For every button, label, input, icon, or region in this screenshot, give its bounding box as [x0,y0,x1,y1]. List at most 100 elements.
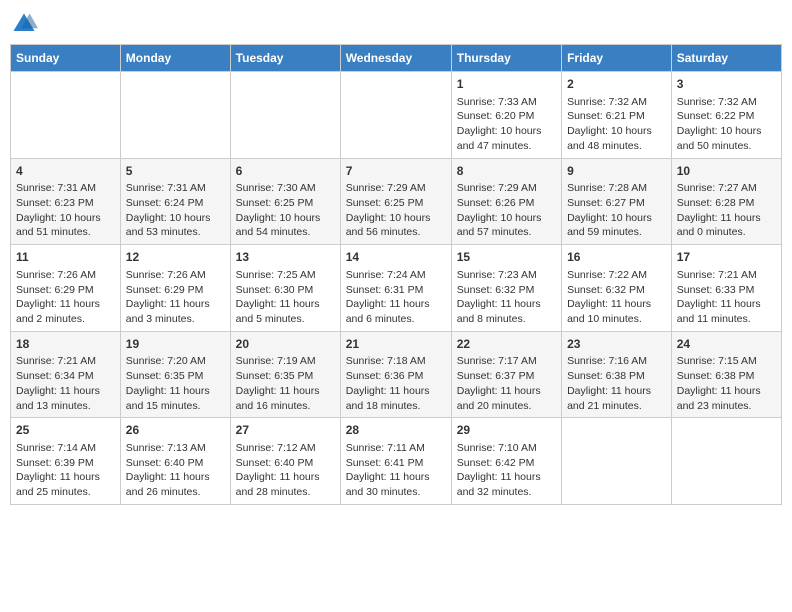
calendar-cell: 2Sunrise: 7:32 AM Sunset: 6:21 PM Daylig… [562,72,672,159]
day-info: Sunrise: 7:17 AM Sunset: 6:37 PM Dayligh… [457,354,556,413]
day-number: 23 [567,336,666,353]
day-info: Sunrise: 7:26 AM Sunset: 6:29 PM Dayligh… [126,268,225,327]
day-info: Sunrise: 7:30 AM Sunset: 6:25 PM Dayligh… [236,181,335,240]
day-info: Sunrise: 7:25 AM Sunset: 6:30 PM Dayligh… [236,268,335,327]
day-number: 20 [236,336,335,353]
day-number: 9 [567,163,666,180]
calendar-cell [230,72,340,159]
calendar-cell: 16 Sunrise: 7:22 AM Sunset: 6:32 PM Dayli… [562,245,672,332]
col-header-saturday: Saturday [671,45,781,72]
day-number: 2 [567,76,666,93]
day-number: 29 [457,422,556,439]
day-info: Sunrise: 7:32 AM Sunset: 6:22 PM Dayligh… [677,95,776,154]
calendar-cell [671,418,781,505]
day-info: Sunrise: 7:31 AM Sunset: 6:23 PM Dayligh… [16,181,115,240]
calendar-cell: 12 Sunrise: 7:26 AM Sunset: 6:29 PM Dayli… [120,245,230,332]
day-info: Sunrise: 7:26 AM Sunset: 6:29 PM Dayligh… [16,268,115,327]
day-number: 11 [16,249,115,266]
calendar-cell: 25 Sunrise: 7:14 AM Sunset: 6:39 PM Dayli… [11,418,121,505]
day-number: 17 [677,249,776,266]
day-number: 22 [457,336,556,353]
calendar-cell: 7Sunrise: 7:29 AM Sunset: 6:25 PM Daylig… [340,158,451,245]
calendar-cell: 6Sunrise: 7:30 AM Sunset: 6:25 PM Daylig… [230,158,340,245]
day-info: Sunrise: 7:24 AM Sunset: 6:31 PM Dayligh… [346,268,446,327]
day-info: Sunrise: 7:21 AM Sunset: 6:33 PM Dayligh… [677,268,776,327]
calendar-cell: 18Sunrise: 7:21 AM Sunset: 6:34 PM Dayli… [11,331,121,418]
day-number: 16 [567,249,666,266]
day-info: Sunrise: 7:12 AM Sunset: 6:40 PM Dayligh… [236,441,335,500]
day-number: 14 [346,249,446,266]
col-header-tuesday: Tuesday [230,45,340,72]
col-header-thursday: Thursday [451,45,561,72]
calendar-cell: 19Sunrise: 7:20 AM Sunset: 6:35 PM Dayli… [120,331,230,418]
calendar-cell: 11 Sunrise: 7:26 AM Sunset: 6:29 PM Dayli… [11,245,121,332]
day-info: Sunrise: 7:10 AM Sunset: 6:42 PM Dayligh… [457,441,556,500]
calendar-cell [11,72,121,159]
day-number: 1 [457,76,556,93]
day-info: Sunrise: 7:11 AM Sunset: 6:41 PM Dayligh… [346,441,446,500]
calendar-cell: 1 Sunrise: 7:33 AM Sunset: 6:20 PM Daylig… [451,72,561,159]
calendar-cell: 27 Sunrise: 7:12 AM Sunset: 6:40 PM Dayli… [230,418,340,505]
calendar-cell: 9Sunrise: 7:28 AM Sunset: 6:27 PM Daylig… [562,158,672,245]
calendar-cell: 26 Sunrise: 7:13 AM Sunset: 6:40 PM Dayli… [120,418,230,505]
day-info: Sunrise: 7:18 AM Sunset: 6:36 PM Dayligh… [346,354,446,413]
day-number: 5 [126,163,225,180]
day-number: 19 [126,336,225,353]
calendar-cell: 8Sunrise: 7:29 AM Sunset: 6:26 PM Daylig… [451,158,561,245]
day-number: 21 [346,336,446,353]
day-number: 28 [346,422,446,439]
calendar-cell [120,72,230,159]
day-info: Sunrise: 7:15 AM Sunset: 6:38 PM Dayligh… [677,354,776,413]
calendar-cell: 21Sunrise: 7:18 AM Sunset: 6:36 PM Dayli… [340,331,451,418]
day-number: 13 [236,249,335,266]
day-info: Sunrise: 7:28 AM Sunset: 6:27 PM Dayligh… [567,181,666,240]
day-info: Sunrise: 7:19 AM Sunset: 6:35 PM Dayligh… [236,354,335,413]
calendar-cell: 14 Sunrise: 7:24 AM Sunset: 6:31 PM Dayli… [340,245,451,332]
day-info: Sunrise: 7:31 AM Sunset: 6:24 PM Dayligh… [126,181,225,240]
calendar-cell: 15 Sunrise: 7:23 AM Sunset: 6:32 PM Dayli… [451,245,561,332]
calendar-week-4: 18Sunrise: 7:21 AM Sunset: 6:34 PM Dayli… [11,331,782,418]
calendar-week-1: 1 Sunrise: 7:33 AM Sunset: 6:20 PM Daylig… [11,72,782,159]
day-info: Sunrise: 7:21 AM Sunset: 6:34 PM Dayligh… [16,354,115,413]
day-info: Sunrise: 7:23 AM Sunset: 6:32 PM Dayligh… [457,268,556,327]
calendar-cell: 4Sunrise: 7:31 AM Sunset: 6:23 PM Daylig… [11,158,121,245]
day-number: 18 [16,336,115,353]
calendar-cell: 22Sunrise: 7:17 AM Sunset: 6:37 PM Dayli… [451,331,561,418]
calendar-cell: 13 Sunrise: 7:25 AM Sunset: 6:30 PM Dayli… [230,245,340,332]
calendar-cell [562,418,672,505]
calendar-table: SundayMondayTuesdayWednesdayThursdayFrid… [10,44,782,505]
calendar-cell: 20Sunrise: 7:19 AM Sunset: 6:35 PM Dayli… [230,331,340,418]
day-number: 27 [236,422,335,439]
calendar-cell: 24Sunrise: 7:15 AM Sunset: 6:38 PM Dayli… [671,331,781,418]
day-number: 10 [677,163,776,180]
day-number: 4 [16,163,115,180]
calendar-cell [340,72,451,159]
day-number: 3 [677,76,776,93]
day-info: Sunrise: 7:16 AM Sunset: 6:38 PM Dayligh… [567,354,666,413]
day-number: 15 [457,249,556,266]
calendar-header: SundayMondayTuesdayWednesdayThursdayFrid… [11,45,782,72]
day-number: 7 [346,163,446,180]
day-info: Sunrise: 7:33 AM Sunset: 6:20 PM Dayligh… [457,95,556,154]
calendar-cell: 3 Sunrise: 7:32 AM Sunset: 6:22 PM Daylig… [671,72,781,159]
calendar-week-2: 4Sunrise: 7:31 AM Sunset: 6:23 PM Daylig… [11,158,782,245]
day-number: 8 [457,163,556,180]
col-header-friday: Friday [562,45,672,72]
day-number: 12 [126,249,225,266]
day-info: Sunrise: 7:27 AM Sunset: 6:28 PM Dayligh… [677,181,776,240]
col-header-sunday: Sunday [11,45,121,72]
day-info: Sunrise: 7:13 AM Sunset: 6:40 PM Dayligh… [126,441,225,500]
calendar-cell: 10Sunrise: 7:27 AM Sunset: 6:28 PM Dayli… [671,158,781,245]
day-info: Sunrise: 7:20 AM Sunset: 6:35 PM Dayligh… [126,354,225,413]
day-number: 26 [126,422,225,439]
day-info: Sunrise: 7:22 AM Sunset: 6:32 PM Dayligh… [567,268,666,327]
logo [10,10,42,38]
calendar-week-3: 11 Sunrise: 7:26 AM Sunset: 6:29 PM Dayli… [11,245,782,332]
col-header-monday: Monday [120,45,230,72]
calendar-week-5: 25 Sunrise: 7:14 AM Sunset: 6:39 PM Dayli… [11,418,782,505]
day-number: 25 [16,422,115,439]
logo-icon [10,10,38,38]
col-header-wednesday: Wednesday [340,45,451,72]
day-info: Sunrise: 7:29 AM Sunset: 6:26 PM Dayligh… [457,181,556,240]
day-info: Sunrise: 7:14 AM Sunset: 6:39 PM Dayligh… [16,441,115,500]
